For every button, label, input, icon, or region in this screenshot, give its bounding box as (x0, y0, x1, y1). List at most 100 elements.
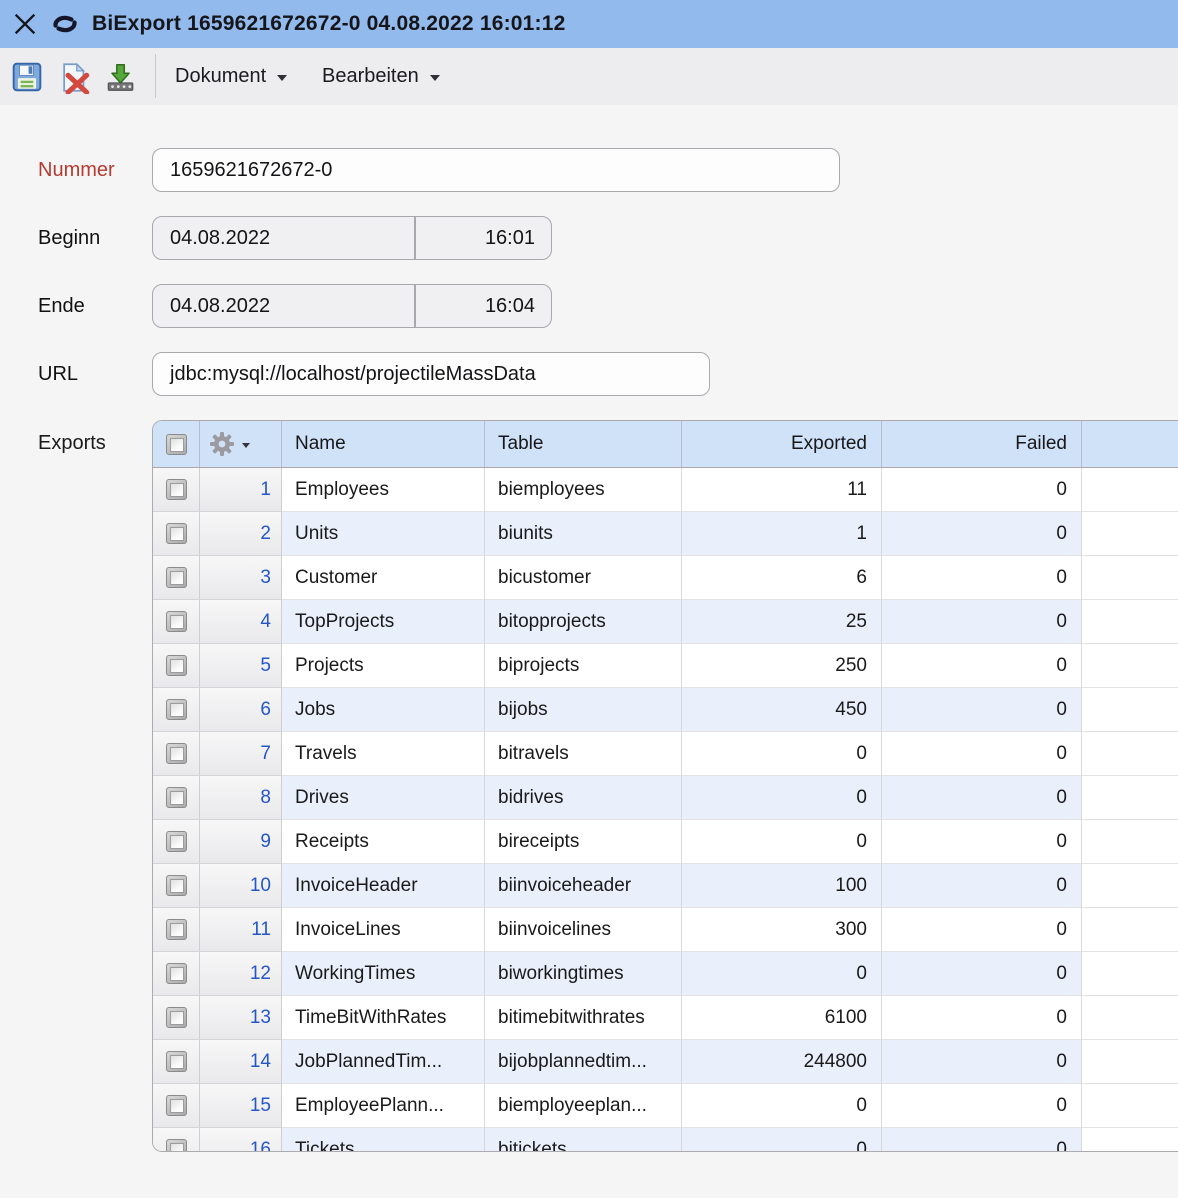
beginn-time-input[interactable]: 16:01 (416, 217, 551, 259)
column-header-table[interactable]: Table (485, 421, 682, 467)
window-title: BiExport 1659621672672-0 04.08.2022 16:0… (92, 12, 565, 36)
row-checkbox-cell (153, 996, 200, 1040)
column-header-extra (1082, 421, 1178, 467)
row-extra-cell (1082, 1084, 1178, 1128)
chevron-down-icon (242, 443, 250, 448)
row-number[interactable]: 15 (200, 1084, 282, 1128)
row-failed: 0 (882, 952, 1082, 996)
row-number[interactable]: 3 (200, 556, 282, 600)
table-row[interactable]: 5 Projects biprojects 250 0 (153, 644, 1178, 688)
row-exported: 250 (682, 644, 882, 688)
row-checkbox[interactable] (166, 1095, 187, 1116)
row-checkbox[interactable] (166, 963, 187, 984)
row-failed: 0 (882, 468, 1082, 512)
row-number[interactable]: 7 (200, 732, 282, 776)
download-icon (104, 61, 136, 93)
row-checkbox[interactable] (166, 875, 187, 896)
table-header-row: Name Table Exported Failed (153, 421, 1178, 468)
row-number[interactable]: 6 (200, 688, 282, 732)
column-header-failed[interactable]: Failed (882, 421, 1082, 467)
beginn-date-input[interactable]: 04.08.2022 (153, 217, 416, 259)
row-number[interactable]: 13 (200, 996, 282, 1040)
row-checkbox[interactable] (166, 699, 187, 720)
row-table: biprojects (485, 644, 682, 688)
biexport-window: BiExport 1659621672672-0 04.08.2022 16:0… (0, 0, 1178, 1198)
download-button[interactable] (102, 59, 138, 95)
row-checkbox-cell (153, 644, 200, 688)
row-number[interactable]: 9 (200, 820, 282, 864)
row-number[interactable]: 11 (200, 908, 282, 952)
table-row[interactable]: 16 Tickets bitickets 0 0 (153, 1128, 1178, 1152)
delete-button[interactable] (55, 59, 91, 95)
row-checkbox[interactable] (166, 919, 187, 940)
row-checkbox[interactable] (166, 831, 187, 852)
row-checkbox-cell (153, 908, 200, 952)
table-row[interactable]: 6 Jobs bijobs 450 0 (153, 688, 1178, 732)
row-checkbox[interactable] (166, 611, 187, 632)
row-number[interactable]: 4 (200, 600, 282, 644)
table-row[interactable]: 11 InvoiceLines biinvoicelines 300 0 (153, 908, 1178, 952)
row-number[interactable]: 2 (200, 512, 282, 556)
select-all-checkbox[interactable] (166, 434, 187, 455)
row-checkbox[interactable] (166, 787, 187, 808)
close-icon (11, 10, 39, 38)
row-name: EmployeePlann... (282, 1084, 485, 1128)
row-checkbox[interactable] (166, 1007, 187, 1028)
row-checkbox[interactable] (166, 523, 187, 544)
row-number[interactable]: 8 (200, 776, 282, 820)
row-name: Customer (282, 556, 485, 600)
row-number[interactable]: 10 (200, 864, 282, 908)
ende-datetime-group: 04.08.2022 16:04 (153, 285, 551, 327)
row-checkbox[interactable] (166, 743, 187, 764)
row-checkbox[interactable] (166, 1051, 187, 1072)
row-extra-cell (1082, 952, 1178, 996)
row-table: biemployees (485, 468, 682, 512)
table-row[interactable]: 15 EmployeePlann... biemployeeplan... 0 … (153, 1084, 1178, 1128)
column-header-name[interactable]: Name (282, 421, 485, 467)
table-row[interactable]: 3 Customer bicustomer 6 0 (153, 556, 1178, 600)
chevron-down-icon (277, 75, 287, 81)
toolbar: Dokument Bearbeiten (0, 48, 1178, 105)
ende-time-input[interactable]: 16:04 (416, 285, 551, 327)
row-checkbox[interactable] (166, 1139, 187, 1152)
close-button[interactable] (8, 7, 42, 41)
row-extra-cell (1082, 1128, 1178, 1152)
table-row[interactable]: 2 Units biunits 1 0 (153, 512, 1178, 556)
row-failed: 0 (882, 644, 1082, 688)
row-number[interactable]: 14 (200, 1040, 282, 1084)
table-row[interactable]: 13 TimeBitWithRates bitimebitwithrates 6… (153, 996, 1178, 1040)
row-exported: 0 (682, 1084, 882, 1128)
save-button[interactable] (9, 59, 45, 95)
table-row[interactable]: 8 Drives bidrives 0 0 (153, 776, 1178, 820)
row-number[interactable]: 1 (200, 468, 282, 512)
row-checkbox[interactable] (166, 479, 187, 500)
row-checkbox[interactable] (166, 655, 187, 676)
row-extra-cell (1082, 908, 1178, 952)
ende-date-input[interactable]: 04.08.2022 (153, 285, 416, 327)
row-table: bidrives (485, 776, 682, 820)
menu-bearbeiten[interactable]: Bearbeiten (322, 48, 440, 105)
row-exported: 0 (682, 776, 882, 820)
row-number[interactable]: 16 (200, 1128, 282, 1152)
table-row[interactable]: 12 WorkingTimes biworkingtimes 0 0 (153, 952, 1178, 996)
table-row[interactable]: 1 Employees biemployees 11 0 (153, 468, 1178, 512)
table-row[interactable]: 9 Receipts bireceipts 0 0 (153, 820, 1178, 864)
table-row[interactable]: 14 JobPlannedTim... bijobplannedtim... 2… (153, 1040, 1178, 1084)
url-field[interactable]: jdbc:mysql://localhost/projectileMassDat… (152, 352, 710, 396)
row-checkbox-cell (153, 864, 200, 908)
row-name: Jobs (282, 688, 485, 732)
table-row[interactable]: 10 InvoiceHeader biinvoiceheader 100 0 (153, 864, 1178, 908)
table-row[interactable]: 4 TopProjects bitopprojects 25 0 (153, 600, 1178, 644)
nummer-field[interactable]: 1659621672672-0 (152, 148, 840, 192)
row-table: biinvoiceheader (485, 864, 682, 908)
menu-dokument[interactable]: Dokument (175, 48, 287, 105)
table-row[interactable]: 7 Travels bitravels 0 0 (153, 732, 1178, 776)
ende-field: 04.08.2022 16:04 (152, 284, 552, 328)
gear-menu-button[interactable] (209, 431, 250, 457)
beginn-datetime-group: 04.08.2022 16:01 (153, 217, 551, 259)
column-header-exported[interactable]: Exported (682, 421, 882, 467)
row-number[interactable]: 12 (200, 952, 282, 996)
row-name: TopProjects (282, 600, 485, 644)
row-number[interactable]: 5 (200, 644, 282, 688)
row-checkbox[interactable] (166, 567, 187, 588)
